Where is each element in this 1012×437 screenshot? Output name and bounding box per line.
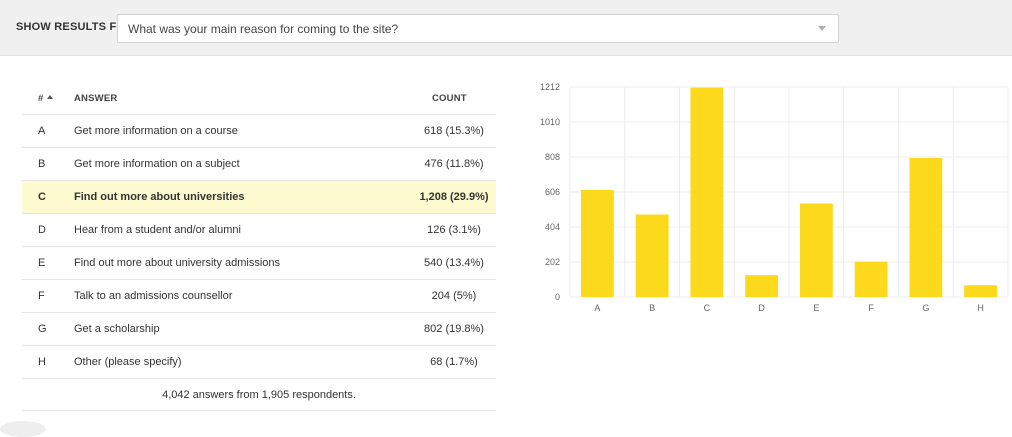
row-letter: G	[38, 323, 47, 335]
x-tick-label: G	[922, 303, 929, 313]
row-count: 802 (19.8%)	[382, 323, 526, 335]
y-tick-label: 0	[555, 292, 560, 302]
y-tick-label: 606	[545, 187, 560, 197]
row-answer: Find out more about universities	[74, 191, 245, 203]
x-tick-label: D	[758, 303, 765, 313]
row-answer: Get more information on a course	[74, 125, 238, 137]
x-tick-label: H	[977, 303, 984, 313]
y-tick-label: 1010	[540, 117, 560, 127]
table-row[interactable]: E Find out more about university admissi…	[22, 247, 496, 280]
filter-bar: SHOW RESULTS FOR: What was your main rea…	[0, 0, 1012, 56]
row-answer: Talk to an admissions counsellor	[74, 290, 232, 302]
bar-a	[581, 190, 614, 297]
table-header: # ANSWER COUNT	[22, 82, 496, 115]
row-count: 204 (5%)	[382, 290, 526, 302]
sort-ascending-icon[interactable]	[47, 95, 53, 99]
question-select-value: What was your main reason for coming to …	[128, 22, 398, 36]
row-count: 540 (13.4%)	[382, 257, 526, 269]
row-answer: Hear from a student and/or alumni	[74, 224, 241, 236]
results-bar-chart: 0 202 404 606 808 1010 1212 A B C D E F G H	[528, 76, 1012, 316]
bar-chart-svg: 0 202 404 606 808 1010 1212 A B C D E F G H	[528, 76, 1012, 316]
row-count: 476 (11.8%)	[382, 158, 526, 170]
page-corner-decoration	[0, 421, 46, 437]
column-header-count: COUNT	[432, 93, 467, 104]
x-tick-label: F	[868, 303, 874, 313]
row-letter: C	[38, 191, 46, 203]
row-letter: D	[38, 224, 46, 236]
x-tick-label: E	[813, 303, 819, 313]
row-count: 68 (1.7%)	[382, 356, 526, 368]
row-answer: Find out more about university admission…	[74, 257, 280, 269]
table-row[interactable]: D Hear from a student and/or alumni 126 …	[22, 214, 496, 247]
bar-d	[745, 275, 778, 297]
row-letter: H	[38, 356, 46, 368]
row-letter: E	[38, 257, 45, 269]
row-answer: Get a scholarship	[74, 323, 160, 335]
results-table: # ANSWER COUNT A Get more information on…	[22, 82, 496, 411]
row-answer: Other (please specify)	[74, 356, 182, 368]
x-tick-label: A	[594, 303, 600, 313]
table-row[interactable]: C Find out more about universities 1,208…	[22, 181, 496, 214]
row-count: 618 (15.3%)	[382, 125, 526, 137]
chevron-down-icon[interactable]	[818, 26, 826, 31]
table-row[interactable]: A Get more information on a course 618 (…	[22, 115, 496, 148]
row-letter: A	[38, 125, 45, 137]
row-letter: B	[38, 158, 45, 170]
y-tick-label: 808	[545, 152, 560, 162]
column-header-answer: ANSWER	[74, 93, 117, 104]
table-row[interactable]: B Get more information on a subject 476 …	[22, 148, 496, 181]
table-row[interactable]: H Other (please specify) 68 (1.7%)	[22, 346, 496, 379]
x-tick-label: C	[704, 303, 711, 313]
y-tick-label: 404	[545, 222, 560, 232]
y-tick-label: 1212	[540, 82, 560, 92]
column-header-number[interactable]: #	[38, 93, 53, 104]
question-select[interactable]: What was your main reason for coming to …	[117, 14, 839, 43]
y-tick-label: 202	[545, 257, 560, 267]
bar-g	[909, 158, 942, 297]
table-row[interactable]: F Talk to an admissions counsellor 204 (…	[22, 280, 496, 313]
row-letter: F	[38, 290, 45, 302]
row-count: 1,208 (29.9%)	[382, 191, 526, 203]
table-row[interactable]: G Get a scholarship 802 (19.8%)	[22, 313, 496, 346]
row-answer: Get more information on a subject	[74, 158, 240, 170]
results-summary: 4,042 answers from 1,905 respondents.	[22, 379, 496, 411]
row-count: 126 (3.1%)	[382, 224, 526, 236]
x-tick-label: B	[649, 303, 655, 313]
bar-e	[800, 203, 833, 297]
bar-h	[964, 285, 997, 297]
bar-c	[690, 88, 723, 297]
bar-f	[855, 262, 888, 297]
bar-b	[636, 215, 669, 297]
